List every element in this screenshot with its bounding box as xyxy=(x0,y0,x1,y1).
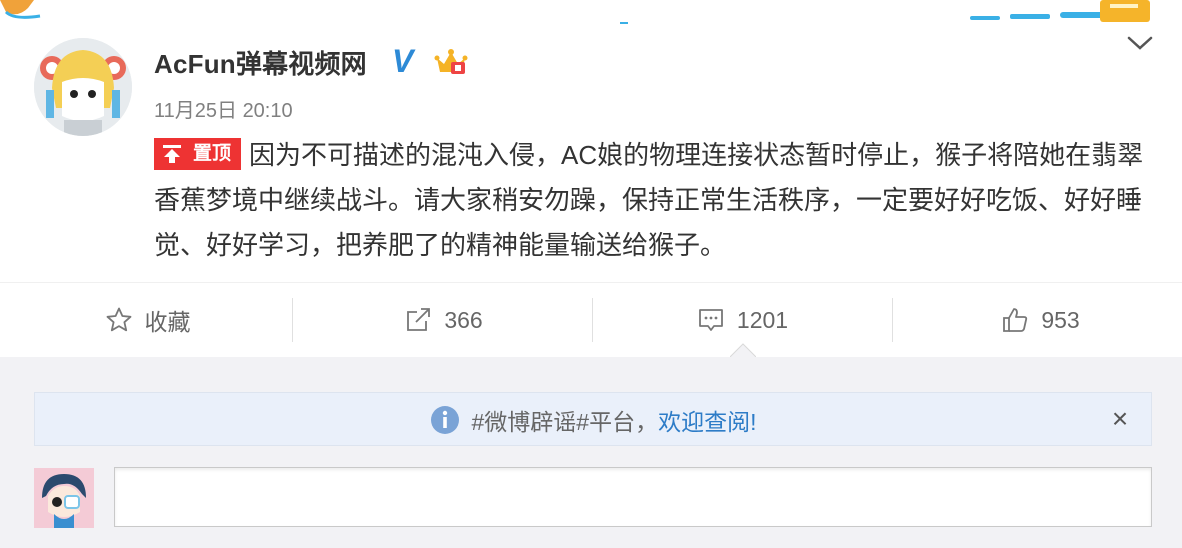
pinned-badge: 置顶 xyxy=(154,138,242,171)
like-button[interactable]: 953 xyxy=(893,283,1182,357)
star-icon xyxy=(106,307,131,332)
action-divider xyxy=(292,298,293,342)
notice-link[interactable]: 欢迎查阅! xyxy=(658,403,756,437)
current-user-avatar[interactable] xyxy=(34,468,94,528)
chevron-down-icon[interactable] xyxy=(1126,32,1154,54)
post-timestamp[interactable]: 11月25日 20:10 xyxy=(154,94,293,123)
repost-count: 366 xyxy=(444,306,483,333)
close-icon[interactable]: × xyxy=(1107,405,1133,433)
notice-text: #微博辟谣#平台， xyxy=(471,409,659,435)
share-icon xyxy=(407,308,431,331)
weibo-post-card: AcFun弹幕视频网 V 11月25日 20:10 置顶 因为不可描述的混沌入侵… xyxy=(0,0,1182,358)
repost-button[interactable]: 366 xyxy=(296,283,591,357)
verified-badge-icon: V xyxy=(392,43,414,79)
post-text: 因为不可描述的混沌入侵，AC娘的物理连接状态暂时停止，猴子将陪她在翡翠香蕉梦境中… xyxy=(154,140,1144,260)
vip-crown-icon xyxy=(434,49,468,74)
comment-input[interactable] xyxy=(114,467,1152,527)
rumor-notice-bar: #微博辟谣#平台， 欢迎查阅! × xyxy=(34,392,1152,446)
current-user-avatar-illustration xyxy=(34,468,94,528)
avatar-illustration xyxy=(34,38,132,136)
thumbs-up-icon xyxy=(1003,308,1028,332)
pinned-label: 置顶 xyxy=(189,139,241,170)
author-name[interactable]: AcFun弹幕视频网 xyxy=(154,44,367,81)
like-count: 953 xyxy=(1041,306,1080,333)
action-divider xyxy=(592,298,593,342)
pin-to-top-icon xyxy=(155,139,189,170)
post-action-bar: 收藏 366 1201 953 xyxy=(0,282,1182,358)
info-icon xyxy=(430,406,459,434)
author-avatar[interactable] xyxy=(34,38,132,136)
comment-count: 1201 xyxy=(736,306,789,333)
post-content: 置顶 因为不可描述的混沌入侵，AC娘的物理连接状态暂时停止，猴子将陪她在翡翠香蕉… xyxy=(154,133,1154,268)
favorite-button[interactable]: 收藏 xyxy=(0,283,295,357)
comment-icon xyxy=(699,309,723,331)
comment-pointer-arrow xyxy=(730,343,756,357)
notice-content: #微博辟谣#平台， 欢迎查阅! xyxy=(35,393,1151,447)
favorite-label: 收藏 xyxy=(144,309,191,335)
